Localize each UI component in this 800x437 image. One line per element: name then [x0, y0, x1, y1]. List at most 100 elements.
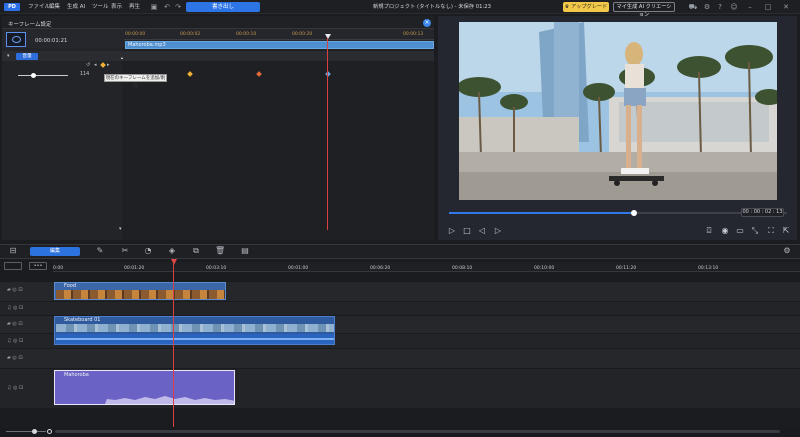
- kf-tick: 00:00:10: [236, 32, 257, 37]
- track-row: [0, 301, 800, 315]
- menu-file[interactable]: ファイル: [28, 3, 50, 11]
- clip-label: Food: [64, 283, 76, 289]
- play-icon[interactable]: ▷: [447, 226, 457, 236]
- audio-track-icon: ♫ ◎ ⊡: [7, 385, 24, 391]
- account-icon[interactable]: ☺: [729, 3, 739, 11]
- delete-icon[interactable]: 🗑: [215, 246, 225, 256]
- tl-tick: 00:01:20: [124, 266, 145, 271]
- more-options-icon[interactable]: •••: [29, 262, 47, 270]
- tl-tick: 00:08:10: [452, 266, 473, 271]
- tl-tick: 00:06:20: [370, 266, 391, 271]
- scroll-down-icon[interactable]: ▾: [119, 226, 122, 232]
- redo-icon[interactable]: ↷: [173, 3, 183, 11]
- video-scene: [459, 22, 777, 200]
- volume-slider-track[interactable]: [18, 75, 68, 76]
- tl-tick: 00:01:00: [288, 266, 309, 271]
- close-window-icon[interactable]: ✕: [781, 3, 791, 11]
- preview-progress-knob[interactable]: [631, 210, 637, 216]
- video-track-icon: ▰ ◎ ⊡: [7, 321, 23, 327]
- menu-view[interactable]: 表示: [111, 3, 122, 11]
- keyframe-clip-bar[interactable]: Mahoroba.mp3: [125, 41, 434, 49]
- keyframe-tooltip: 現在のキーフレームを追加/削除: [104, 74, 167, 89]
- keyframe-timecode: 00:00:01:21: [35, 38, 68, 44]
- zoom-slider-track[interactable]: [6, 431, 46, 432]
- stop-icon[interactable]: □: [462, 226, 472, 236]
- filmstrip: [56, 290, 225, 299]
- filmstrip: [56, 324, 334, 332]
- pen-icon[interactable]: ✎: [95, 246, 105, 256]
- prev-frame-icon[interactable]: ◁: [477, 226, 487, 236]
- expand-chevron-icon[interactable]: ▾: [7, 53, 10, 59]
- audio-clip-mahoroba[interactable]: Mahoroba: [54, 370, 235, 405]
- tl-tick: 0:00: [53, 266, 64, 271]
- tl-tick: 00:03:10: [206, 266, 227, 271]
- more-tools-icon[interactable]: ▤: [240, 246, 250, 256]
- export-button[interactable]: 書き出し: [186, 2, 260, 12]
- next-keyframe-icon[interactable]: ▸: [107, 62, 110, 68]
- settings-icon[interactable]: ⚙: [702, 3, 712, 11]
- video-track-icon: ▰ ◎ ⊡: [7, 287, 23, 293]
- kf-tick: 00:00:20: [292, 32, 313, 37]
- timeline-playhead-line: [173, 264, 174, 427]
- window-title: 新規プロジェクト (タイトルなし) - 未保存 01:23: [372, 4, 492, 10]
- kf-tick: 00:00:02: [180, 32, 201, 37]
- undo-icon[interactable]: ↶: [162, 3, 172, 11]
- preview-timecode: 00 : 00 : 02 : 13: [741, 208, 784, 217]
- kf-tick: 00:00:00: [125, 32, 146, 37]
- save-icon[interactable]: ▣: [149, 3, 159, 11]
- video-frame: [459, 22, 777, 200]
- marker-icon: ▴: [121, 55, 124, 60]
- clip-label: Mahoroba: [64, 372, 89, 378]
- zoom-in-icon[interactable]: [47, 429, 52, 434]
- maximize-icon[interactable]: □: [763, 3, 773, 11]
- keyframe-ruler: [124, 31, 434, 40]
- help-icon[interactable]: ?: [715, 3, 725, 11]
- timeline-ruler[interactable]: [53, 262, 800, 272]
- app-logo: PD: [4, 3, 20, 11]
- audio-waveform: [55, 396, 234, 404]
- kf-playhead-marker[interactable]: [325, 34, 331, 39]
- fit-icon[interactable]: ⤡: [750, 226, 760, 236]
- upgrade-button[interactable]: ♛ アップグレード: [563, 2, 609, 12]
- tl-tick: 00:10:00: [534, 266, 555, 271]
- detach-icon[interactable]: ⇱: [781, 226, 791, 236]
- audio-track-icon: ♫ ◎ ⊡: [7, 338, 24, 344]
- audio-waveform: [56, 334, 334, 344]
- menu-playback[interactable]: 再生: [129, 3, 140, 11]
- menu-tools[interactable]: ツール: [92, 3, 109, 11]
- video-clip-skateboard[interactable]: Skateboard 01: [54, 316, 335, 345]
- cut-icon[interactable]: ✂: [120, 246, 130, 256]
- timeline-playhead-marker[interactable]: [171, 259, 177, 265]
- track-manager-icon[interactable]: [4, 262, 22, 270]
- ai-creations-button[interactable]: マイ生成 AI クリエーション: [613, 2, 675, 18]
- volume-slider-knob[interactable]: [31, 73, 36, 78]
- zoom-slider-knob[interactable]: [32, 429, 37, 434]
- minimize-icon[interactable]: –: [745, 3, 755, 11]
- volume-section-label[interactable]: 音量: [16, 53, 38, 60]
- display-icon[interactable]: ▭: [735, 226, 745, 236]
- prev-keyframe-icon[interactable]: ◂: [94, 62, 97, 68]
- media-icon[interactable]: ⊟: [8, 246, 18, 256]
- next-frame-icon[interactable]: ▷: [493, 226, 503, 236]
- keyframe-tool-icon[interactable]: ◈: [167, 246, 177, 256]
- video-track-icon: ▰ ◎ ⊡: [7, 355, 23, 361]
- edit-button[interactable]: 編集: [30, 247, 80, 256]
- menu-edit[interactable]: 編集: [49, 3, 60, 11]
- clip-thumbnail: [6, 32, 26, 47]
- cart-icon[interactable]: ⛟: [688, 3, 698, 11]
- speed-icon[interactable]: ◔: [143, 246, 153, 256]
- menu-gen-ai[interactable]: 生成 AI: [67, 3, 85, 11]
- volume-row: [2, 51, 434, 61]
- crop-icon[interactable]: ⧉: [191, 246, 201, 256]
- kf-tick: 00:00:13: [403, 32, 424, 37]
- close-keyframe-icon[interactable]: ×: [423, 19, 431, 27]
- horizontal-scrollbar[interactable]: [55, 430, 780, 433]
- fullscreen-icon[interactable]: ⛶: [766, 226, 776, 236]
- camera-icon[interactable]: ◉: [720, 226, 730, 236]
- volume-value: 114: [80, 72, 90, 77]
- timeline-settings-icon[interactable]: ⚙: [782, 246, 792, 256]
- clip-label: Skateboard 01: [64, 317, 101, 323]
- snapshot-icon[interactable]: ⌼: [704, 226, 714, 236]
- video-clip-food[interactable]: Food: [54, 282, 226, 300]
- reset-icon[interactable]: ↺: [86, 62, 90, 68]
